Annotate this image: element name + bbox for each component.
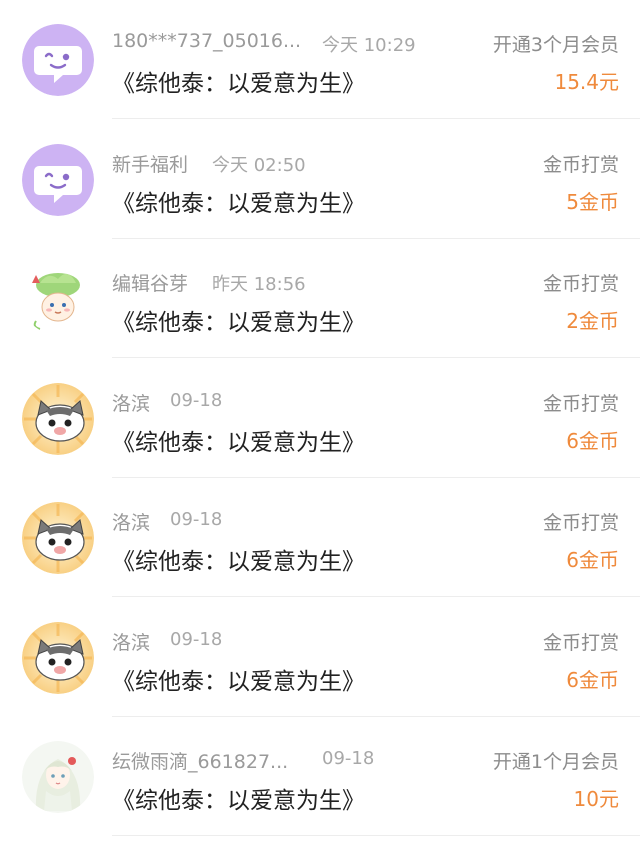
transaction-amount: 15.4元: [554, 70, 619, 94]
transaction-amount: 6金币: [566, 548, 619, 572]
transaction-type: 金币打赏: [542, 512, 619, 534]
transaction-list: 180***737_05016... 今天 10:29 《综他泰：以爱意为生》 开通3…: [0, 0, 640, 849]
transaction-row[interactable]: 纭微雨滴_661827... 09-18 《综他泰：以爱意为生》 开通1个月会员 10元: [0, 717, 640, 836]
transaction-amount: 10元: [573, 787, 619, 811]
book-title: 《综他泰：以爱意为生》: [112, 310, 365, 336]
transaction-type: 开通1个月会员: [492, 751, 619, 773]
purple-chat-icon[interactable]: [22, 144, 94, 216]
user-name[interactable]: 洛滨: [112, 508, 150, 535]
purple-chat-icon[interactable]: [22, 24, 94, 96]
user-name[interactable]: 纭微雨滴_661827...: [112, 747, 288, 774]
transaction-type: 金币打赏: [542, 393, 619, 415]
sprout-character-avatar[interactable]: [22, 263, 94, 335]
transaction-type: 开通3个月会员: [492, 34, 619, 56]
timestamp: 今天 02:50: [212, 155, 306, 176]
user-name[interactable]: 新手福利: [112, 150, 188, 177]
transaction-type: 金币打赏: [542, 632, 619, 654]
transaction-type: 金币打赏: [542, 273, 619, 295]
transaction-row[interactable]: 新手福利 今天 02:50 《综他泰：以爱意为生》 金币打赏 5金币: [0, 120, 640, 239]
timestamp: 今天 10:29: [322, 35, 416, 56]
user-name[interactable]: 180***737_05016...: [112, 30, 301, 52]
transaction-row[interactable]: 180***737_05016... 今天 10:29 《综他泰：以爱意为生》 开通3…: [0, 0, 640, 119]
timestamp: 09-18: [170, 390, 223, 411]
book-title: 《综他泰：以爱意为生》: [112, 788, 365, 814]
row-divider: [112, 357, 640, 358]
row-divider: [112, 596, 640, 597]
user-name[interactable]: 洛滨: [112, 389, 150, 416]
book-title: 《综他泰：以爱意为生》: [112, 191, 365, 217]
timestamp: 09-18: [170, 629, 223, 650]
user-name[interactable]: 编辑谷芽: [112, 269, 188, 296]
cat-avatar[interactable]: [22, 383, 94, 455]
transaction-amount: 6金币: [566, 429, 619, 453]
row-divider: [112, 118, 640, 119]
timestamp: 09-18: [170, 509, 223, 530]
transaction-amount: 5金币: [566, 190, 619, 214]
cat-avatar[interactable]: [22, 622, 94, 694]
transaction-row[interactable]: 洛滨 09-18 《综他泰：以爱意为生》 金币打赏 6金币: [0, 598, 640, 717]
timestamp: 09-18: [322, 748, 375, 769]
transaction-amount: 6金币: [566, 668, 619, 692]
row-divider: [112, 835, 640, 836]
book-title: 《综他泰：以爱意为生》: [112, 669, 365, 695]
timestamp: 昨天 18:56: [212, 274, 306, 295]
anime-girl-avatar[interactable]: [22, 741, 94, 813]
transaction-row[interactable]: 洛滨 09-18 《综他泰：以爱意为生》 金币打赏 6金币: [0, 359, 640, 478]
transaction-type: 金币打赏: [542, 154, 619, 176]
transaction-amount: 2金币: [566, 309, 619, 333]
book-title: 《综他泰：以爱意为生》: [112, 549, 365, 575]
transaction-row[interactable]: 编辑谷芽 昨天 18:56 《综他泰：以爱意为生》 金币打赏 2金币: [0, 239, 640, 358]
book-title: 《综他泰：以爱意为生》: [112, 71, 365, 97]
cat-avatar[interactable]: [22, 502, 94, 574]
transaction-row[interactable]: 洛滨 09-18 《综他泰：以爱意为生》 金币打赏 6金币: [0, 478, 640, 597]
book-title: 《综他泰：以爱意为生》: [112, 430, 365, 456]
user-name[interactable]: 洛滨: [112, 628, 150, 655]
